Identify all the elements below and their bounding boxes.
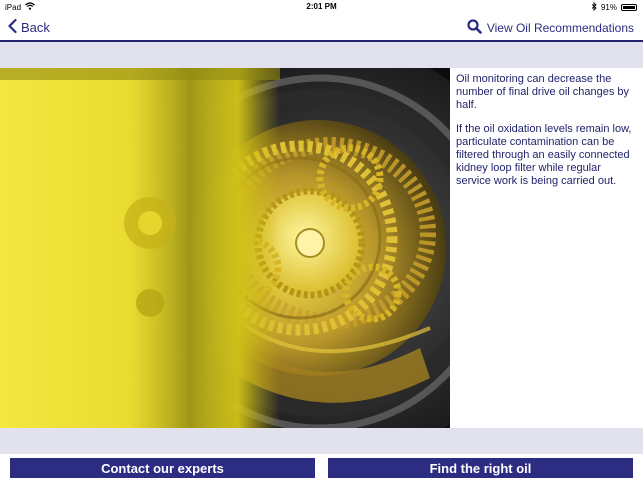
battery-icon — [621, 4, 637, 11]
info-panel: Oil monitoring can decrease the number o… — [450, 68, 643, 428]
info-paragraph-2: If the oil oxidation levels remain low, … — [456, 123, 632, 187]
footer-band — [0, 428, 643, 454]
search-icon — [467, 19, 482, 37]
battery-percent: 91% — [600, 3, 617, 12]
chevron-left-icon — [8, 18, 17, 36]
status-bar: iPad 2:01 PM 91% — [0, 0, 643, 14]
contact-experts-button[interactable]: Contact our experts — [10, 458, 315, 478]
info-paragraph-1: Oil monitoring can decrease the number o… — [456, 73, 630, 111]
back-label: Back — [21, 20, 50, 35]
bluetooth-icon — [591, 1, 597, 13]
action-bar: Contact our experts Find the right oil — [0, 454, 643, 482]
final-drive-gear-image — [0, 68, 450, 428]
view-oil-recommendations-button[interactable]: View Oil Recommendations — [467, 19, 634, 37]
view-oil-recommendations-label: View Oil Recommendations — [486, 21, 634, 35]
navigation-bar: Back View Oil Recommendations — [0, 14, 643, 42]
header-band — [0, 42, 643, 68]
back-button[interactable]: Back — [8, 18, 50, 36]
find-right-oil-button[interactable]: Find the right oil — [328, 458, 633, 478]
clock: 2:01 PM — [306, 2, 337, 11]
